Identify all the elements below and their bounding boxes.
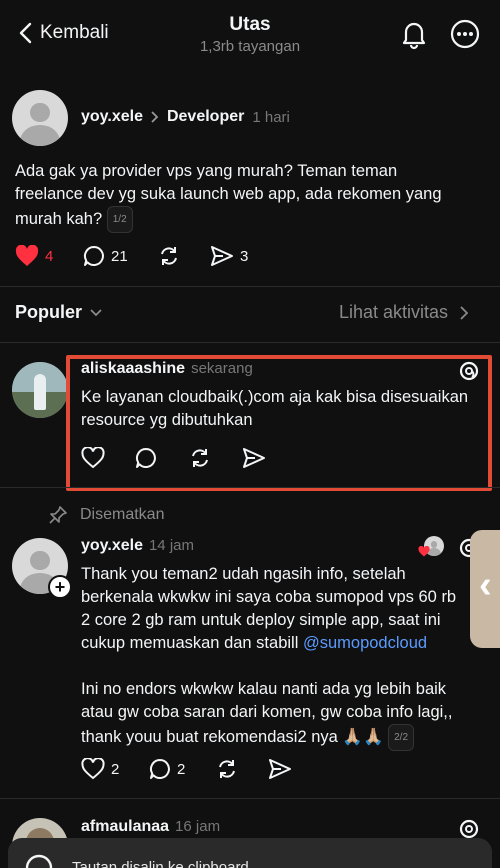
like-count: 2 [111,760,120,778]
reply-time: 16 jam [175,818,221,835]
repost-button[interactable] [157,245,181,267]
threads-icon[interactable] [458,818,480,840]
share-button[interactable] [268,758,292,780]
chevron-left-icon: ‹ [479,564,492,606]
pinned-indicator: Disematkan [48,505,164,525]
highlight-box [66,355,492,491]
divider [0,798,500,799]
repost-icon [215,758,239,780]
post-username[interactable]: yoy.xele [81,108,143,126]
reply-text: Thank you teman2 udah ngasih info, setel… [81,565,457,652]
share-button[interactable]: 3 [210,245,248,267]
reply-count: 21 [111,247,128,265]
bell-icon[interactable] [398,18,430,50]
share-count: 3 [240,247,249,265]
heart-filled-icon [15,245,39,267]
toast-text: Tautan disalin ke clipboard [72,859,249,868]
pin-icon [48,505,68,525]
liked-by-author-badge [418,536,444,562]
divider [0,487,500,488]
check-circle-icon [24,853,54,868]
more-icon[interactable] [449,18,481,50]
send-icon [210,245,234,267]
comment-icon [149,758,171,780]
heart-icon [81,758,105,780]
chevron-right-icon [151,111,159,123]
post-topic[interactable]: Developer [167,108,244,126]
sort-label: Populer [15,302,83,322]
avatar[interactable] [12,362,68,418]
comment-icon [83,245,105,267]
activity-link[interactable]: Lihat aktivitas [339,302,469,323]
like-button[interactable]: 2 [81,758,119,780]
sort-dropdown[interactable]: Populer [15,302,102,323]
pinned-label: Disematkan [80,506,165,523]
reply-button[interactable]: 2 [149,758,185,780]
reply-username[interactable]: afmaulanaa [81,818,169,836]
page-indicator: 2/2 [388,724,415,751]
like-button[interactable]: 4 [15,245,53,267]
repost-button[interactable] [215,758,239,780]
mention-link[interactable]: @sumopodcloud [303,634,427,652]
avatar[interactable] [12,90,68,146]
repost-icon [157,245,181,267]
send-icon [268,758,292,780]
reply-username[interactable]: yoy.xele [81,537,143,555]
reply-text-2: Ini no endors wkwkw kalau nanti ada yg l… [81,678,452,751]
activity-label: Lihat aktivitas [339,302,449,322]
post-time: 1 hari [252,108,290,126]
post-text: Ada gak ya provider vps yang murah? Tema… [15,160,442,233]
reply-button[interactable]: 21 [83,245,128,267]
side-panel-handle[interactable]: ‹ [470,530,500,648]
page-indicator: 1/2 [106,206,133,233]
divider [0,342,500,343]
reply-count: 2 [177,760,186,778]
divider [0,286,500,287]
reply-time: 14 jam [148,537,194,554]
like-count: 4 [45,247,54,265]
chevron-down-icon [90,308,102,317]
chevron-right-icon [460,305,469,320]
follow-plus-icon[interactable]: + [48,575,72,599]
